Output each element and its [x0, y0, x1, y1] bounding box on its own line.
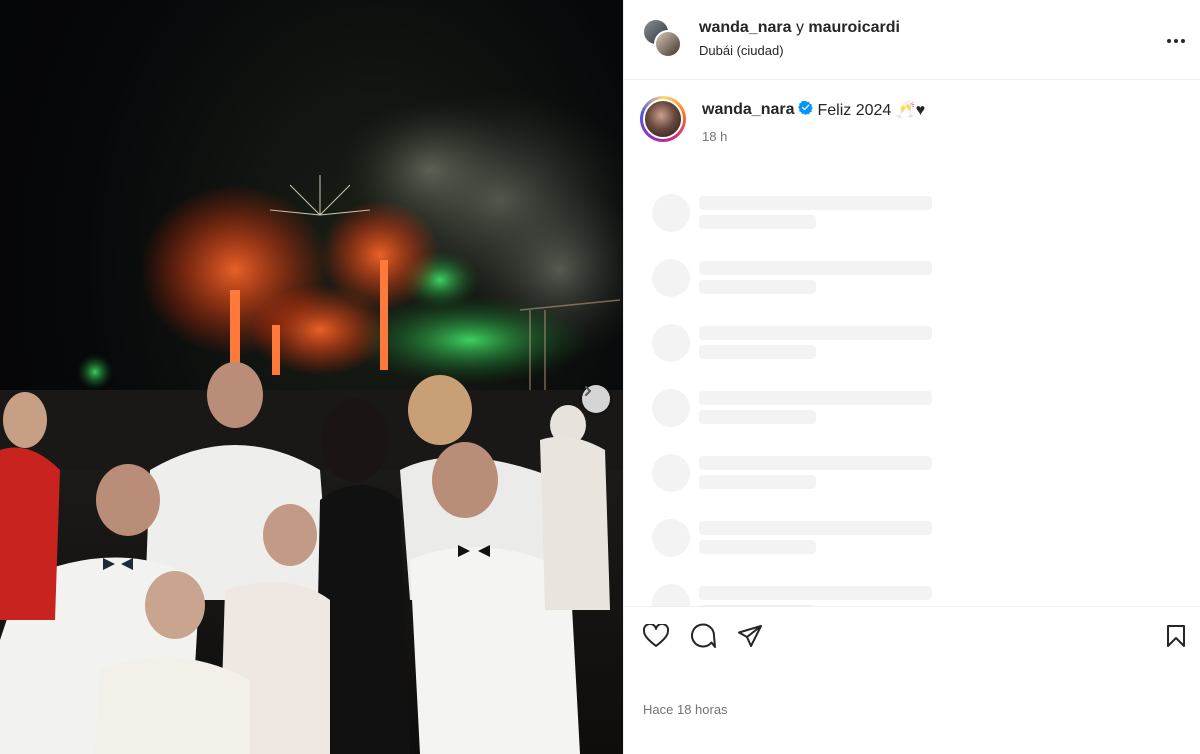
collab-avatars[interactable] — [642, 18, 684, 60]
save-button[interactable] — [1161, 623, 1191, 653]
post-header: wanda_nara y mauroicardi Dubái (ciudad) — [624, 0, 1200, 80]
post-photo[interactable] — [0, 0, 623, 754]
next-photo-button[interactable] — [582, 385, 610, 413]
collab-usernames: wanda_nara y mauroicardi — [699, 19, 900, 37]
more-icon — [1166, 31, 1186, 49]
caption-text: Feliz 2024 🥂♥ — [817, 102, 926, 119]
like-button[interactable] — [641, 622, 671, 653]
verified-badge-icon — [798, 100, 814, 120]
comment-button[interactable] — [688, 623, 718, 653]
heart-icon — [642, 622, 670, 653]
conjunction-text: y — [795, 19, 804, 36]
post-timestamp[interactable]: Hace 18 horas — [643, 702, 728, 717]
post-side-panel: wanda_nara y mauroicardi Dubái (ciudad) … — [623, 0, 1200, 754]
caption-time[interactable]: 18 h — [702, 129, 727, 144]
location-link[interactable]: Dubái (ciudad) — [699, 43, 784, 58]
share-icon — [737, 624, 763, 653]
post-actions: Hace 18 horas — [624, 606, 1200, 754]
photo-scene — [0, 90, 623, 754]
avatar — [654, 30, 682, 58]
caption-username[interactable]: wanda_nara — [702, 101, 794, 119]
comment-icon — [690, 623, 716, 654]
username-link[interactable]: wanda_nara — [699, 19, 791, 36]
bookmark-icon — [1165, 624, 1187, 653]
share-button[interactable] — [735, 623, 765, 653]
more-options-button[interactable] — [1164, 28, 1188, 52]
username-link[interactable]: mauroicardi — [808, 19, 900, 36]
caption-line: wanda_nara Feliz 2024 🥂♥ — [702, 100, 925, 120]
caption-avatar[interactable] — [640, 96, 686, 142]
